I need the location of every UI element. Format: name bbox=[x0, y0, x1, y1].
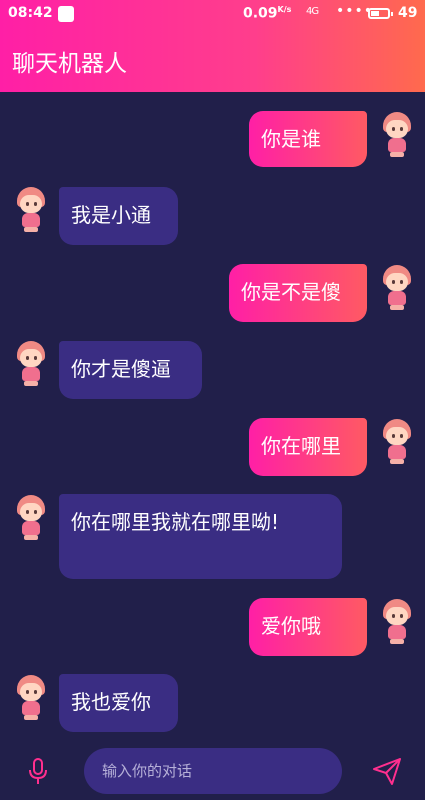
battery-fill bbox=[371, 11, 379, 16]
mic-icon[interactable] bbox=[26, 758, 50, 786]
message-bubble-bot: 你才是傻逼 bbox=[59, 341, 202, 399]
send-icon[interactable] bbox=[372, 756, 402, 786]
network-speed: 0.09K/s bbox=[243, 5, 291, 22]
message-bubble-user: 你是不是傻 bbox=[229, 264, 367, 322]
message-bubble-user: 你在哪里 bbox=[249, 418, 367, 476]
bot-avatar bbox=[13, 187, 49, 233]
network-speed-unit: K/s bbox=[277, 5, 292, 14]
user-avatar bbox=[379, 419, 415, 465]
message-bubble-bot: 你在哪里我就在哪里呦! bbox=[59, 494, 342, 579]
message-bubble-user: 爱你哦 bbox=[249, 598, 367, 656]
user-avatar bbox=[379, 265, 415, 311]
status-time: 08:42 bbox=[8, 5, 53, 21]
network-speed-value: 0.09 bbox=[243, 5, 278, 22]
user-avatar bbox=[379, 599, 415, 645]
page-title: 聊天机器人 bbox=[12, 51, 127, 77]
battery-percent: 49 bbox=[398, 5, 418, 21]
bot-avatar bbox=[13, 675, 49, 721]
message-input[interactable] bbox=[84, 748, 342, 794]
message-bubble-bot: 我也爱你 bbox=[59, 674, 178, 732]
battery-icon bbox=[368, 8, 393, 19]
bot-avatar bbox=[13, 495, 49, 541]
user-avatar bbox=[379, 112, 415, 158]
notification-icon bbox=[58, 6, 74, 22]
message-bubble-user: 你是谁 bbox=[249, 111, 367, 167]
signal-icon: 4G bbox=[306, 6, 319, 17]
status-bar: 08:42 0.09K/s 4G •••• 49 bbox=[0, 0, 425, 28]
bot-avatar bbox=[13, 341, 49, 387]
message-bubble-bot: 我是小通 bbox=[59, 187, 178, 245]
